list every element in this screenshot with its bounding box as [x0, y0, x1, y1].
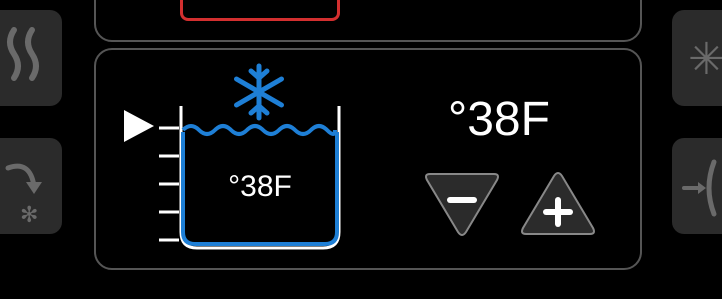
airflow-button[interactable] — [672, 138, 722, 234]
airflow-icon — [682, 159, 717, 217]
alert-indicator — [180, 0, 340, 21]
setpoint-temperature: °38F — [448, 93, 550, 146]
waves-button[interactable] — [0, 10, 62, 106]
defrost-icon: ✻ — [5, 163, 42, 228]
increase-button[interactable] — [518, 170, 598, 240]
svg-text:✳: ✳ — [688, 34, 722, 85]
fan-icon: ✳ — [688, 34, 722, 85]
svg-text:✻: ✻ — [20, 203, 38, 228]
tank-temperature: °38F — [228, 170, 292, 203]
waves-icon — [7, 27, 39, 81]
decrease-button[interactable] — [422, 170, 502, 240]
defrost-button[interactable]: ✻ — [0, 138, 62, 234]
fan-button[interactable]: ✳ — [672, 10, 722, 106]
top-panel — [94, 0, 642, 42]
